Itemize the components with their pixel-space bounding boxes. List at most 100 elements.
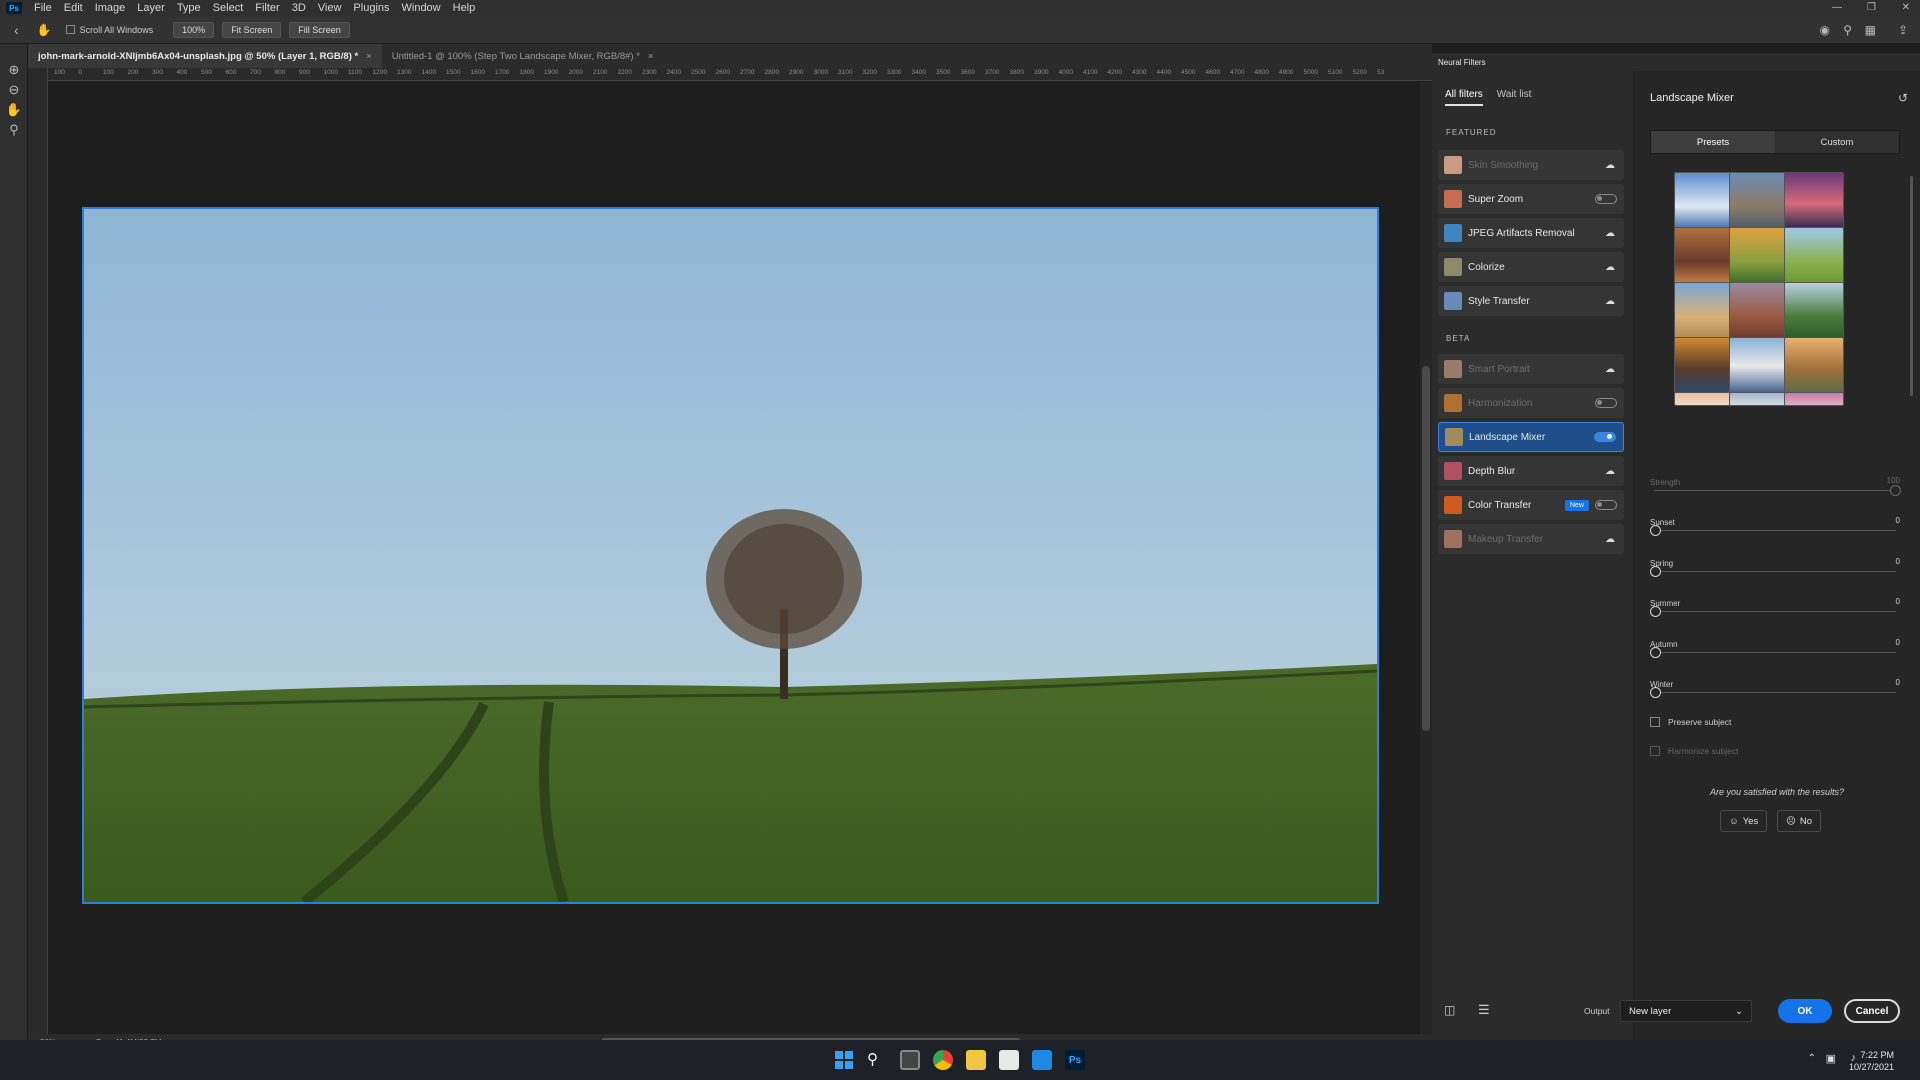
menu-help[interactable]: Help xyxy=(447,0,482,16)
filter-item-makeup-transfer[interactable]: Makeup Transfer ☁ xyxy=(1438,524,1624,554)
slider-track[interactable] xyxy=(1654,692,1896,693)
filter-item-landscape-mixer[interactable]: Landscape Mixer xyxy=(1438,422,1624,452)
slider-spring[interactable]: Spring 0 xyxy=(1650,557,1900,577)
zoom-out-icon[interactable]: ⊖ xyxy=(0,80,28,100)
preset-thumbnail[interactable] xyxy=(1784,337,1844,395)
output-select[interactable]: New layer ⌄ xyxy=(1620,1000,1752,1022)
compare-icon[interactable]: ◫ xyxy=(1444,1003,1455,1017)
checkbox-box[interactable] xyxy=(1650,717,1660,727)
slider-autumn[interactable]: Autumn 0 xyxy=(1650,638,1900,658)
scroll-all-windows-checkbox[interactable]: Scroll All Windows xyxy=(65,25,153,35)
windows-start-icon[interactable] xyxy=(834,1050,854,1070)
landscape-photo[interactable] xyxy=(82,207,1379,904)
minimize-icon[interactable]: — xyxy=(1832,0,1842,16)
search-taskbar-icon[interactable]: ⚲ xyxy=(867,1050,887,1070)
preset-thumbnail[interactable] xyxy=(1674,282,1734,340)
doc-tab-untitled[interactable]: Untitled-1 @ 100% (Step Two Landscape Mi… xyxy=(381,44,664,68)
chevron-up-icon[interactable]: ⌃ xyxy=(1808,1053,1816,1064)
cloud-download-icon[interactable]: ☁ xyxy=(1604,261,1616,273)
filter-item-color-transfer[interactable]: Color Transfer New xyxy=(1438,490,1624,520)
preset-thumbnail[interactable] xyxy=(1729,392,1789,406)
cloud-download-icon[interactable]: ☁ xyxy=(1604,295,1616,307)
filter-item-skin-smoothing[interactable]: Skin Smoothing ☁ xyxy=(1438,150,1624,180)
slider-track[interactable] xyxy=(1654,570,1896,572)
preset-thumbnail[interactable] xyxy=(1784,172,1844,230)
network-icon[interactable]: ▣ xyxy=(1826,1052,1836,1065)
slider-knob[interactable] xyxy=(1650,687,1661,698)
cloud-download-icon[interactable]: ☁ xyxy=(1604,159,1616,171)
menu-3d[interactable]: 3D xyxy=(286,0,312,16)
back-arrow-icon[interactable]: ‹ xyxy=(14,22,19,38)
preset-thumbnail[interactable] xyxy=(1674,392,1734,406)
close-icon[interactable]: ✕ xyxy=(1902,0,1910,16)
cloud-download-icon[interactable]: ☁ xyxy=(1604,363,1616,375)
menu-view[interactable]: View xyxy=(312,0,348,16)
layers-icon[interactable]: ☰ xyxy=(1478,1002,1490,1018)
filter-item-smart-portrait[interactable]: Smart Portrait ☁ xyxy=(1438,354,1624,384)
cloud-download-icon[interactable]: ☁ xyxy=(1604,465,1616,477)
filter-item-super-zoom[interactable]: Super Zoom xyxy=(1438,184,1624,214)
clock[interactable]: 7:22 PM 10/27/2021 xyxy=(1849,1049,1894,1073)
preset-thumbnail[interactable] xyxy=(1784,227,1844,285)
slider-track[interactable] xyxy=(1654,611,1896,612)
menu-plugins[interactable]: Plugins xyxy=(347,0,395,16)
slider-track[interactable] xyxy=(1654,530,1896,531)
filter-toggle[interactable] xyxy=(1595,398,1617,408)
vertical-scrollbar[interactable] xyxy=(1420,82,1432,1034)
doc-tab-photo[interactable]: john-mark-arnold-XNIjmb6Ax04-unsplash.jp… xyxy=(28,44,382,68)
preset-thumbnail[interactable] xyxy=(1784,282,1844,340)
cloud-download-icon[interactable]: ☁ xyxy=(1604,227,1616,239)
close-tab-icon[interactable]: × xyxy=(366,51,372,62)
preset-scrollbar[interactable] xyxy=(1910,176,1913,396)
slider-summer[interactable]: Summer 0 xyxy=(1650,597,1900,617)
presets-button[interactable]: Presets xyxy=(1651,131,1775,153)
yes-button[interactable]: ☺ Yes xyxy=(1720,810,1768,832)
preset-thumbnail[interactable] xyxy=(1729,282,1789,340)
photoshop-taskbar-icon[interactable]: Ps xyxy=(1065,1050,1085,1070)
zoom-100-button[interactable]: 100% xyxy=(173,21,215,38)
task-view-icon[interactable] xyxy=(900,1050,920,1070)
slider-knob[interactable] xyxy=(1650,525,1661,536)
filter-item-harmonization[interactable]: Harmonization xyxy=(1438,388,1624,418)
menu-image[interactable]: Image xyxy=(89,0,132,16)
preserve-subject-checkbox[interactable]: Preserve subject xyxy=(1650,717,1731,727)
menu-select[interactable]: Select xyxy=(207,0,250,16)
no-button[interactable]: ☹ No xyxy=(1777,810,1822,832)
reset-icon[interactable]: ↺ xyxy=(1898,91,1908,105)
slider-knob[interactable] xyxy=(1650,646,1661,658)
mail-icon[interactable] xyxy=(1032,1050,1052,1070)
chrome-icon[interactable] xyxy=(933,1050,953,1070)
menu-window[interactable]: Window xyxy=(396,0,447,16)
fill-screen-button[interactable]: Fill Screen xyxy=(289,21,350,38)
custom-button[interactable]: Custom xyxy=(1775,131,1899,153)
magnifier-icon[interactable]: ⚲ xyxy=(0,120,28,140)
hand-tool-icon[interactable]: ✋ xyxy=(37,23,52,37)
filter-toggle[interactable] xyxy=(1594,432,1616,442)
discover-icon[interactable]: ◉ xyxy=(1820,23,1830,37)
filter-item-colorize[interactable]: Colorize ☁ xyxy=(1438,252,1624,282)
menu-type[interactable]: Type xyxy=(171,0,207,16)
preset-thumbnail[interactable] xyxy=(1729,337,1789,395)
close-tab-icon[interactable]: × xyxy=(648,51,654,62)
slider-sunset[interactable]: Sunset 0 xyxy=(1650,516,1900,536)
filter-toggle[interactable] xyxy=(1595,500,1617,510)
restore-icon[interactable]: ❐ xyxy=(1867,0,1876,16)
slider-track[interactable] xyxy=(1654,651,1896,653)
preset-thumbnail[interactable] xyxy=(1674,227,1734,285)
filter-item-depth-blur[interactable]: Depth Blur ☁ xyxy=(1438,456,1624,486)
share-icon[interactable]: ⇪ xyxy=(1898,23,1908,37)
preset-thumbnail[interactable] xyxy=(1729,227,1789,285)
tab-all-filters[interactable]: All filters xyxy=(1445,89,1483,106)
preset-thumbnail[interactable] xyxy=(1729,172,1789,230)
store-icon[interactable] xyxy=(999,1050,1019,1070)
hand-icon[interactable]: ✋ xyxy=(0,100,28,120)
filter-item-style-transfer[interactable]: Style Transfer ☁ xyxy=(1438,286,1624,316)
tab-wait-list[interactable]: Wait list xyxy=(1497,89,1532,106)
preset-thumbnail[interactable] xyxy=(1784,392,1844,406)
preset-thumbnail[interactable] xyxy=(1674,172,1734,230)
fit-screen-button[interactable]: Fit Screen xyxy=(222,21,282,38)
scrollbar-thumb[interactable] xyxy=(1422,366,1430,731)
ok-button[interactable]: OK xyxy=(1778,999,1832,1023)
preset-thumbnail[interactable] xyxy=(1674,337,1734,395)
slider-winter[interactable]: Winter 0 xyxy=(1650,678,1900,698)
